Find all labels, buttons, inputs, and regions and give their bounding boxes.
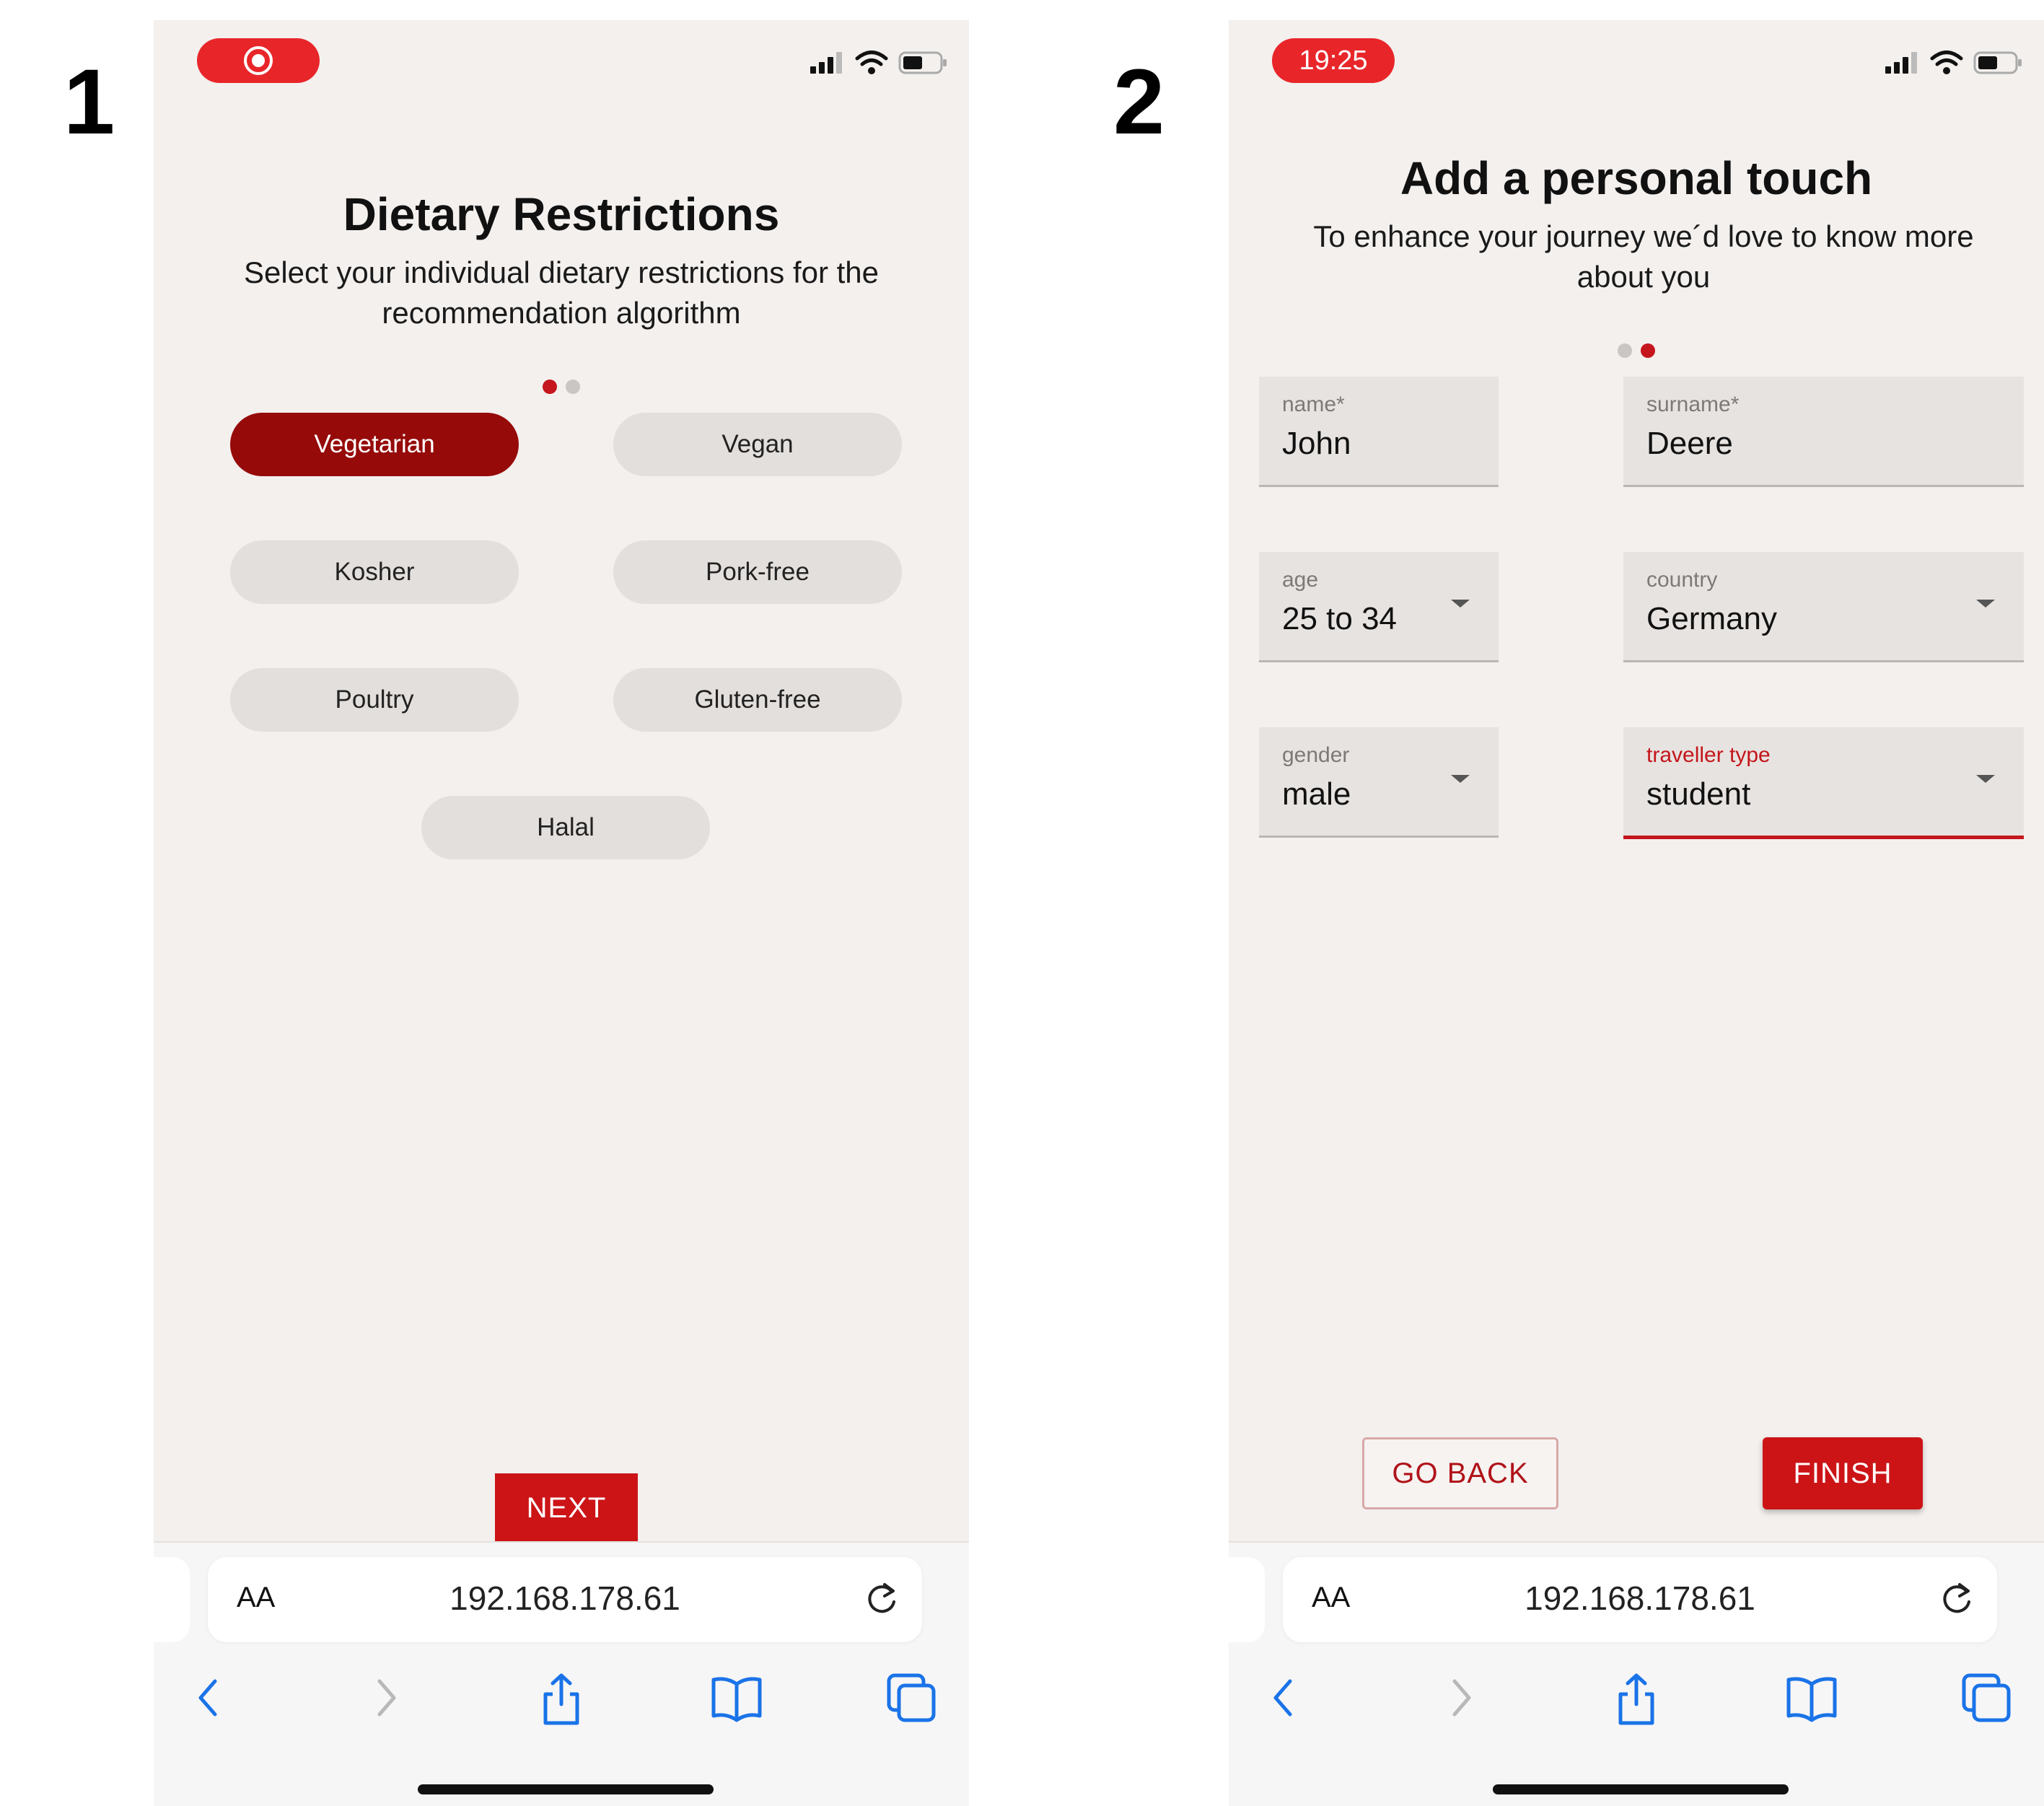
page-title: Dietary Restrictions [343,188,780,240]
home-indicator [1493,1784,1789,1794]
step-indicator [154,380,969,394]
gender-select[interactable]: gender male [1259,727,1499,838]
page-subtitle: Select your individual dietary restricti… [243,255,880,330]
surname-label: surname* [1646,393,1740,416]
age-label: age [1282,568,1319,592]
step-dot-1 [543,380,557,394]
surname-value[interactable]: Deere [1646,426,1733,462]
browser-nav [154,1665,969,1737]
share-icon[interactable] [540,1673,583,1726]
name-value[interactable]: John [1282,426,1351,462]
chip-poultry[interactable]: Poultry [230,668,519,732]
home-indicator [418,1784,714,1794]
step-dot-2 [566,380,580,394]
battery-icon [1973,51,2022,74]
battery-icon [898,51,947,74]
wifi-icon [1930,51,1963,74]
gender-value: male [1282,776,1351,812]
dropdown-arrow-icon[interactable] [1976,600,1995,608]
address-bar[interactable]: AA 192.168.178.61 [1283,1557,1997,1642]
reload-icon[interactable] [1938,1579,1975,1619]
cellular-signal-icon [1885,52,1917,74]
forward-chevron-icon[interactable] [372,1673,401,1723]
figure-label-1: 1 [63,51,115,154]
url-text: 192.168.178.61 [1525,1579,1755,1617]
go-back-button[interactable]: GO BACK [1362,1437,1558,1509]
bookmarks-icon[interactable] [711,1673,763,1723]
step-indicator [1229,343,2044,358]
country-value: Germany [1646,601,1777,636]
address-bar[interactable]: AA 192.168.178.61 [208,1557,922,1642]
screen-recording-indicator [197,38,320,83]
chip-pork-free[interactable]: Pork-free [613,540,902,604]
traveller-type-value: student [1646,776,1751,812]
tabs-icon[interactable] [886,1673,937,1723]
bookmarks-icon[interactable] [1786,1673,1838,1723]
name-label: name* [1282,393,1345,416]
dropdown-arrow-icon[interactable] [1451,600,1470,608]
status-time: 19:25 [1272,38,1395,83]
dropdown-arrow-icon[interactable] [1451,775,1470,783]
chip-kosher[interactable]: Kosher [230,540,519,604]
chip-vegetarian[interactable]: Vegetarian [230,413,519,476]
name-field[interactable]: name* John [1259,377,1499,487]
share-icon[interactable] [1615,1673,1658,1726]
country-label: country [1646,568,1718,592]
country-select[interactable]: country Germany [1623,552,2024,662]
record-icon [244,46,273,75]
step-dot-2 [1641,343,1655,358]
wifi-icon [855,51,888,74]
page-title: Add a personal touch [1400,152,1873,204]
dropdown-arrow-icon[interactable] [1976,775,1995,783]
url-text: 192.168.178.61 [449,1579,680,1617]
finish-button[interactable]: FINISH [1763,1437,1923,1509]
chip-gluten-free[interactable]: Gluten-free [613,668,902,732]
back-chevron-icon[interactable] [193,1673,222,1723]
traveller-type-label: traveller type [1646,743,1771,767]
page-subtitle: To enhance your journey we´d love to kno… [1313,219,1974,294]
gender-label: gender [1282,743,1350,767]
chip-vegan[interactable]: Vegan [613,413,902,476]
surname-field[interactable]: surname* Deere [1623,377,2024,487]
back-chevron-icon[interactable] [1268,1673,1297,1723]
phone-screen-dietary: Dietary Restrictions Select your individ… [154,20,969,1806]
figure-label-2: 2 [1113,51,1165,154]
tabs-icon[interactable] [1961,1673,2012,1723]
status-icons [810,51,949,75]
cellular-signal-icon [810,52,842,74]
step-dot-1 [1618,343,1632,358]
next-button[interactable]: NEXT [495,1473,638,1543]
browser-toolbar: AA 192.168.178.61 [154,1541,969,1806]
previous-tab-preview[interactable] [154,1557,190,1642]
previous-tab-preview[interactable] [1229,1557,1265,1642]
browser-nav [1229,1665,2044,1737]
traveller-type-select[interactable]: traveller type student [1623,727,2024,839]
status-icons [1885,51,2024,75]
age-select[interactable]: age 25 to 34 [1259,552,1499,662]
chip-halal[interactable]: Halal [421,796,710,859]
age-value: 25 to 34 [1282,601,1398,636]
phone-screen-personal: 19:25 Add a personal touch To enhance yo… [1229,20,2044,1806]
reload-icon[interactable] [863,1579,900,1619]
browser-toolbar: AA 192.168.178.61 [1229,1541,2044,1806]
forward-chevron-icon[interactable] [1447,1673,1476,1723]
